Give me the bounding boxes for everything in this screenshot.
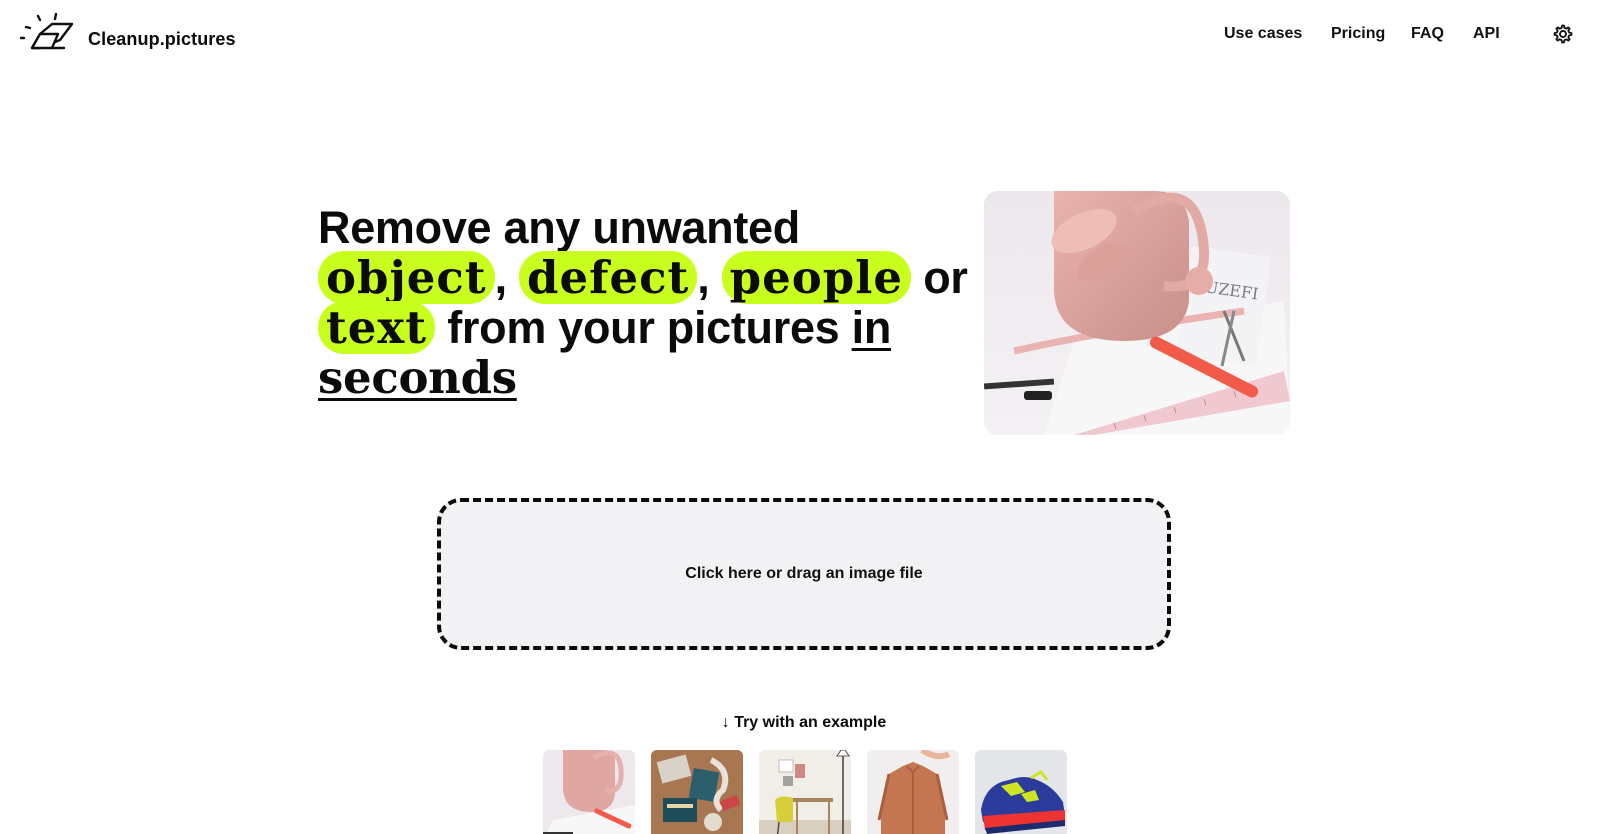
eraser-icon — [19, 12, 74, 50]
example-thumbnails — [543, 750, 1067, 834]
try-example-label: ↓ Try with an example — [0, 714, 1600, 732]
comma-1: , — [494, 252, 508, 303]
logo-link[interactable] — [18, 10, 74, 56]
word-seconds: seconds — [318, 351, 517, 404]
sneaker-thumbnail — [975, 750, 1067, 834]
example-desk-items[interactable] — [651, 750, 743, 834]
from-your-pictures: from your pictures — [447, 302, 840, 353]
headline-line-2: object, defect, people or — [318, 251, 968, 304]
bag-thumbnail — [543, 750, 635, 834]
tag-defect: defect — [518, 251, 698, 304]
word-or: or — [923, 252, 968, 303]
gear-icon[interactable] — [1552, 23, 1574, 45]
nav-pricing[interactable]: Pricing — [1331, 25, 1385, 43]
tag-people: people — [721, 251, 911, 304]
arrow-down-icon: ↓ — [721, 714, 730, 731]
nav-use-cases[interactable]: Use cases — [1224, 25, 1302, 43]
example-bag[interactable] — [543, 750, 635, 834]
example-jacket[interactable] — [867, 750, 959, 834]
desk-items-thumbnail — [651, 750, 743, 834]
tag-text: text — [318, 301, 436, 354]
tag-object: object — [318, 251, 495, 304]
hero-headline: Remove any unwanted object, defect, peop… — [318, 202, 968, 404]
nav-faq[interactable]: FAQ — [1411, 25, 1444, 43]
example-room[interactable] — [759, 750, 851, 834]
comma-2: , — [697, 252, 710, 303]
upload-label: Click here or drag an image file — [685, 565, 923, 582]
nav-api[interactable]: API — [1473, 25, 1500, 43]
jacket-thumbnail — [867, 750, 959, 834]
headline-line-3: text from your pictures in — [318, 301, 958, 354]
pink-bag-illustration: YUZEFI — [984, 191, 1290, 435]
headline-line-1: Remove any unwanted — [318, 202, 800, 253]
try-example-text: Try with an example — [734, 714, 887, 731]
example-sneaker[interactable] — [975, 750, 1067, 834]
upload-dropzone[interactable]: Click here or drag an image file — [437, 498, 1171, 650]
room-thumbnail — [759, 750, 851, 834]
hero-image: YUZEFI — [984, 191, 1290, 435]
brand-name[interactable]: Cleanup.pictures — [88, 29, 236, 50]
word-in: in — [851, 302, 892, 353]
header: Cleanup.pictures Use cases Pricing FAQ A… — [0, 0, 1600, 80]
